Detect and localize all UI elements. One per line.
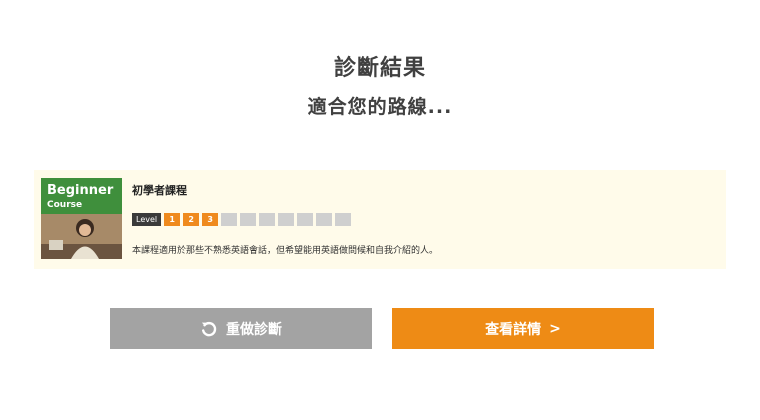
level-box-10 [335, 213, 352, 226]
level-label: Level [132, 213, 162, 226]
refresh-icon [200, 320, 218, 338]
course-thumbnail: Beginner Course [41, 178, 122, 259]
level-box-8 [297, 213, 314, 226]
course-name: 初學者課程 [132, 184, 187, 197]
level-box-3: 3 [202, 213, 219, 226]
thumbnail-photo [41, 214, 122, 259]
page-title: 診斷結果 [333, 56, 426, 81]
chevron-right-icon: > [549, 320, 561, 337]
page-subtitle: 適合您的路線... [307, 96, 453, 118]
level-box-5 [240, 213, 257, 226]
level-box-2: 2 [183, 213, 200, 226]
retake-diagnosis-label: 重做診斷 [226, 321, 282, 338]
retake-diagnosis-button[interactable]: 重做診斷 [110, 308, 372, 349]
level-box-9 [316, 213, 333, 226]
view-details-label: 查看詳情 [485, 321, 542, 338]
level-box-4 [221, 213, 238, 226]
thumbnail-subtitle: Course [47, 200, 83, 210]
level-indicator: Level 1 2 3 [132, 213, 352, 226]
course-description: 本課程適用於那些不熟悉英語會話，但希望能用英語做問候和自我介紹的人。 [132, 246, 439, 256]
thumbnail-person-image [41, 214, 122, 259]
view-details-button[interactable]: 查看詳情 > [392, 308, 654, 349]
course-card: Beginner Course 初學者課程 Level 1 2 3 本課程適用於… [34, 170, 726, 269]
level-box-1: 1 [164, 213, 181, 226]
thumbnail-title: Beginner [47, 183, 114, 198]
level-box-7 [278, 213, 295, 226]
level-box-6 [259, 213, 276, 226]
